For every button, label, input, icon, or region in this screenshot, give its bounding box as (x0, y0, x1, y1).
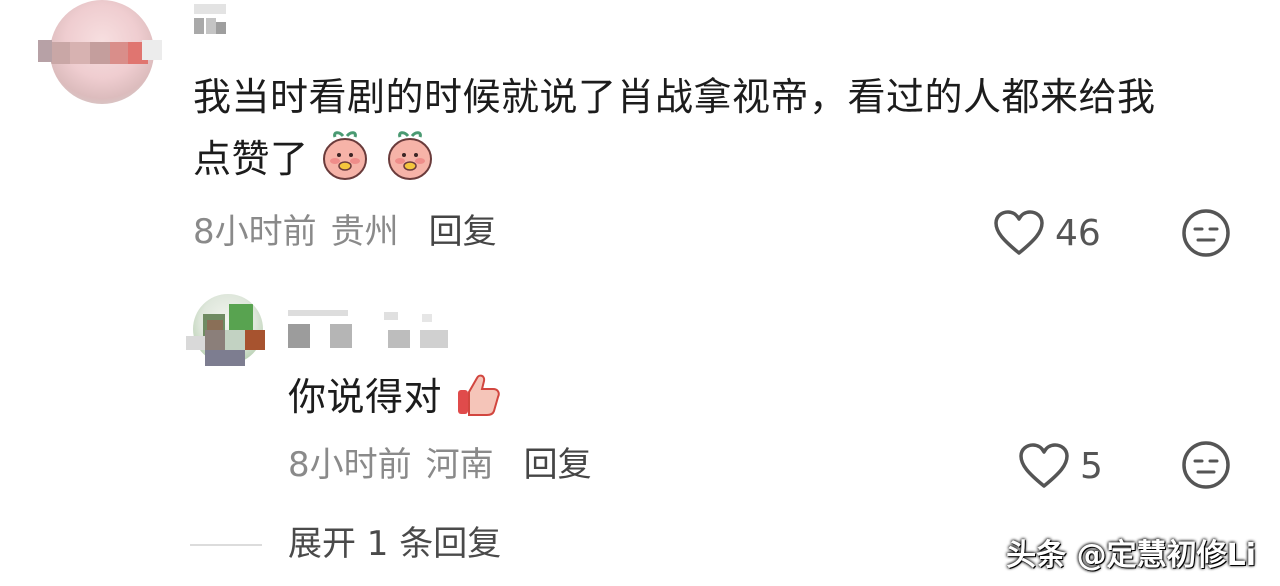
avatar-mosaic (142, 40, 162, 60)
comment-location: 贵州 (330, 212, 399, 252)
avatar-mosaic (225, 330, 245, 350)
watermark: 头条 @定慧初修Li (1006, 538, 1256, 573)
comment-text: 我当时看剧的时候就说了肖战拿视帝，看过的人都来给我 点赞了 (193, 66, 1253, 190)
reply-time: 8小时前 (288, 445, 412, 485)
commenter-avatar[interactable] (50, 0, 154, 104)
comment-time: 8小时前 (193, 212, 317, 252)
comment-text-line1: 我当时看剧的时候就说了肖战拿视帝，看过的人都来给我 (193, 75, 1156, 119)
heart-icon (1019, 443, 1069, 488)
comment-like-button[interactable]: 46 (993, 210, 1101, 256)
peach-face-emoji-icon (323, 131, 368, 180)
reply-reply-button[interactable]: 回复 (524, 445, 592, 485)
reply-like-button[interactable]: 5 (1018, 443, 1103, 489)
reply-location: 河南 (425, 445, 494, 485)
reply-text: 你说得对 (288, 366, 501, 428)
avatar-mosaic (205, 330, 225, 350)
avatar-mosaic (205, 350, 245, 366)
comment-text-line2-words: 点赞了 (193, 137, 309, 181)
commenter-name-blurred[interactable] (194, 4, 228, 34)
heart-icon (994, 210, 1044, 255)
comment-thread: 我当时看剧的时候就说了肖战拿视帝，看过的人都来给我 点赞了 8小时前 贵州 回复… (0, 0, 1280, 586)
avatar-mosaic (245, 330, 265, 350)
meh-face-reaction-icon[interactable] (1181, 208, 1231, 258)
comment-meta: 8小时前 贵州 回复 (193, 212, 497, 252)
comment-reply-button[interactable]: 回复 (429, 212, 497, 252)
comment-like-count: 46 (1055, 212, 1101, 254)
reply-text-words: 你说得对 (288, 375, 443, 419)
comment-text-line2: 点赞了 (193, 128, 1253, 190)
expand-divider (190, 544, 262, 546)
expand-replies-button[interactable]: 展开 1 条回复 (288, 522, 501, 566)
avatar-mosaic (38, 40, 52, 62)
replier-name-blurred[interactable] (288, 310, 452, 350)
reply-meta: 8小时前 河南 回复 (288, 445, 592, 485)
meh-face-reaction-icon[interactable] (1181, 440, 1231, 490)
reply-like-count: 5 (1080, 445, 1103, 487)
thumbs-up-emoji-icon (457, 374, 500, 416)
peach-face-emoji-icon (387, 131, 432, 180)
avatar-mosaic (186, 336, 206, 350)
